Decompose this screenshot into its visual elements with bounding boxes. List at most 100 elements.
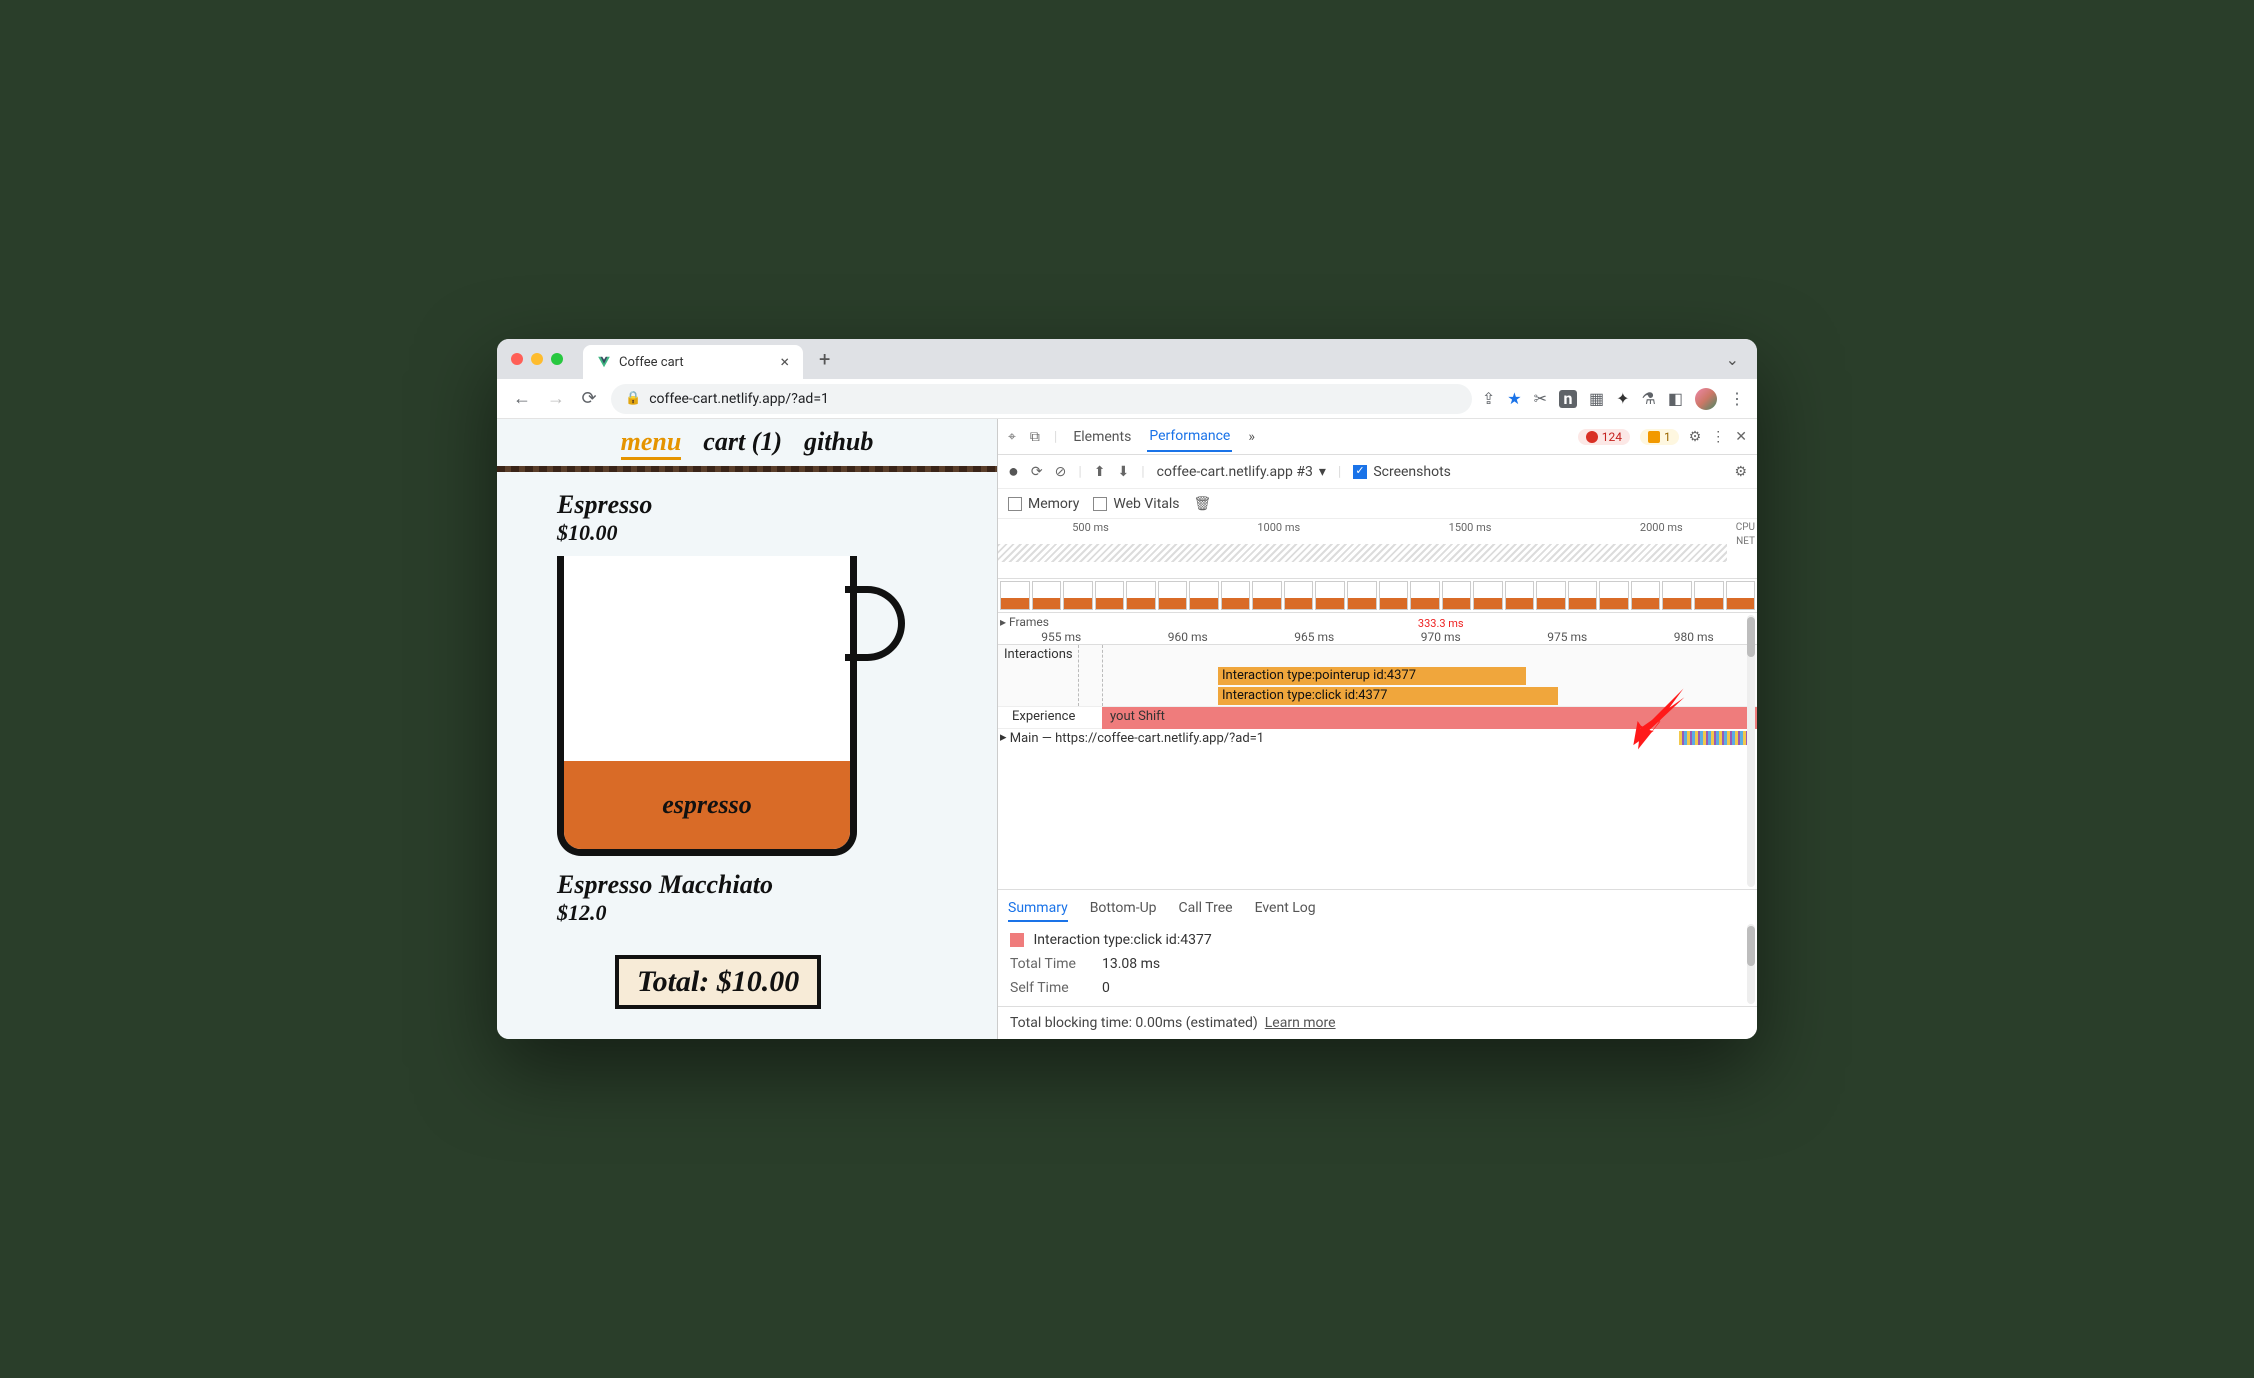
perf-toolbar: ● ⟳ ⊘ | ⬆ ⬇ | coffee-cart.netlify.app #3… xyxy=(998,455,1757,489)
traffic-lights xyxy=(511,353,563,365)
product-title: Espresso Macchiato xyxy=(557,870,997,900)
tab-performance[interactable]: Performance xyxy=(1147,422,1232,452)
tab-call-tree[interactable]: Call Tree xyxy=(1179,896,1233,922)
close-devtools-icon[interactable]: ✕ xyxy=(1735,429,1747,445)
vue-icon xyxy=(597,355,611,369)
close-tab-button[interactable]: × xyxy=(780,354,789,370)
extension-grid-icon[interactable]: ▦ xyxy=(1589,389,1604,408)
forward-button[interactable]: → xyxy=(543,384,567,413)
tab-summary[interactable]: Summary xyxy=(1008,896,1068,922)
address-toolbar: ← → ⟳ 🔒 coffee-cart.netlify.app/?ad=1 ⇪ … xyxy=(497,379,1757,419)
tab-bottom-up[interactable]: Bottom-Up xyxy=(1090,896,1157,922)
devtools-tabbar: ⌖ ⧉ | Elements Performance » 124 1 ⚙ ⋮ ✕ xyxy=(998,419,1757,455)
reload-button[interactable]: ⟳ xyxy=(577,384,601,413)
errors-badge[interactable]: 124 xyxy=(1578,429,1630,445)
screenshots-checkbox[interactable]: Screenshots xyxy=(1353,464,1451,480)
summary-body: Interaction type:click id:4377 Total Tim… xyxy=(998,922,1757,1006)
blocking-time-footer: Total blocking time: 0.00ms (estimated) … xyxy=(998,1006,1757,1039)
site-nav: menu cart (1) github xyxy=(497,419,997,466)
self-time-row: Self Time 0 xyxy=(1010,980,1745,996)
cart-total-button[interactable]: Total: $10.00 xyxy=(615,955,821,1009)
profile-avatar[interactable] xyxy=(1695,388,1717,410)
selected-event: Interaction type:click id:4377 xyxy=(1010,932,1745,948)
tab-list-button[interactable]: ⌄ xyxy=(1722,346,1743,373)
nav-cart-link[interactable]: cart (1) xyxy=(703,427,782,460)
flame-scrollbar[interactable] xyxy=(1747,615,1755,887)
screenshot-filmstrip[interactable] xyxy=(998,579,1757,613)
memory-checkbox[interactable]: Memory xyxy=(1008,496,1079,512)
layout-shift-text: yout Shift xyxy=(1110,709,1165,724)
product-price: $10.00 xyxy=(557,520,997,546)
learn-more-link[interactable]: Learn more xyxy=(1265,1015,1336,1031)
new-tab-button[interactable]: + xyxy=(819,347,830,371)
bookmark-star-icon[interactable]: ★ xyxy=(1507,389,1521,408)
checkbox-icon xyxy=(1008,497,1022,511)
main-track-label: ▸ Main — https://coffee-cart.netlify.app… xyxy=(1000,731,1264,746)
maximize-window-button[interactable] xyxy=(551,353,563,365)
tab-more[interactable]: » xyxy=(1246,423,1257,451)
address-bar[interactable]: 🔒 coffee-cart.netlify.app/?ad=1 xyxy=(611,384,1472,414)
webvitals-checkbox[interactable]: Web Vitals xyxy=(1093,496,1179,512)
product-title: Espresso xyxy=(557,490,997,520)
window-titlebar: Coffee cart × + ⌄ xyxy=(497,339,1757,379)
experience-label: Experience xyxy=(1012,709,1075,724)
cup-illustration[interactable]: espresso xyxy=(557,556,857,856)
checkbox-icon xyxy=(1353,465,1367,479)
product-macchiato: Espresso Macchiato $12.0 xyxy=(497,856,997,926)
cup-fill-label: espresso xyxy=(564,761,850,849)
event-swatch xyxy=(1010,933,1024,947)
device-toggle-icon[interactable]: ⧉ xyxy=(1030,429,1040,445)
main-tasks[interactable] xyxy=(1679,731,1749,745)
nav-menu-link[interactable]: menu xyxy=(621,427,682,460)
side-panel-icon[interactable]: ◧ xyxy=(1668,389,1683,408)
reload-record-button[interactable]: ⟳ xyxy=(1031,464,1043,480)
interactions-label: Interactions xyxy=(1004,647,1073,662)
extensions-puzzle-icon[interactable]: ✦ xyxy=(1616,389,1629,408)
flame-chart[interactable]: ▸ Frames 955 ms 960 ms 965 ms 333.3 ms97… xyxy=(998,613,1757,889)
annotation-arrow-icon xyxy=(1617,685,1687,755)
capture-settings-gear-icon[interactable]: ⚙ xyxy=(1734,464,1747,480)
devtools-panel: ⌖ ⧉ | Elements Performance » 124 1 ⚙ ⋮ ✕… xyxy=(997,419,1757,1039)
browser-menu-button[interactable]: ⋮ xyxy=(1729,389,1745,408)
checkbox-icon xyxy=(1093,497,1107,511)
overview-ticks: 500 ms 1000 ms 1500 ms 2000 ms xyxy=(998,519,1757,534)
tab-title: Coffee cart xyxy=(619,355,684,370)
gc-trash-icon[interactable]: 🗑 xyxy=(1194,496,1212,512)
warnings-badge[interactable]: 1 xyxy=(1640,429,1679,445)
settings-gear-icon[interactable]: ⚙ xyxy=(1689,429,1702,445)
close-window-button[interactable] xyxy=(511,353,523,365)
chevron-down-icon: ▾ xyxy=(1319,464,1326,480)
overview-labels: CPU NET xyxy=(1736,521,1755,549)
save-profile-icon[interactable]: ⬇ xyxy=(1118,464,1130,480)
timeline-overview[interactable]: 500 ms 1000 ms 1500 ms 2000 ms CPU NET xyxy=(998,519,1757,579)
product-price: $12.0 xyxy=(557,900,997,926)
total-time-row: Total Time 13.08 ms xyxy=(1010,956,1745,972)
nav-github-link[interactable]: github xyxy=(804,427,873,460)
product-espresso: Espresso $10.00 espresso xyxy=(497,472,997,856)
scissors-icon[interactable]: ✂ xyxy=(1534,389,1547,408)
load-profile-icon[interactable]: ⬆ xyxy=(1094,464,1106,480)
summary-scrollbar[interactable] xyxy=(1747,924,1755,1004)
webpage-viewport: menu cart (1) github Espresso $10.00 esp… xyxy=(497,419,997,1039)
share-icon[interactable]: ⇪ xyxy=(1482,389,1495,408)
interaction-bar-click[interactable]: Interaction type:click id:4377 xyxy=(1218,687,1558,705)
record-button[interactable]: ● xyxy=(1008,461,1019,482)
inspect-element-icon[interactable]: ⌖ xyxy=(1008,429,1016,445)
recording-select[interactable]: coffee-cart.netlify.app #3 ▾ xyxy=(1157,464,1326,480)
labs-flask-icon[interactable]: ⚗ xyxy=(1642,389,1656,408)
tab-event-log[interactable]: Event Log xyxy=(1255,896,1316,922)
devtools-menu-icon[interactable]: ⋮ xyxy=(1711,429,1725,445)
browser-tab[interactable]: Coffee cart × xyxy=(583,345,803,379)
tab-elements[interactable]: Elements xyxy=(1071,423,1133,451)
content-split: menu cart (1) github Espresso $10.00 esp… xyxy=(497,419,1757,1039)
frames-track-label: ▸ Frames xyxy=(1000,615,1049,629)
toolbar-icons: ⇪ ★ ✂ n ▦ ✦ ⚗ ◧ ⋮ xyxy=(1482,388,1745,410)
time-ruler: 955 ms 960 ms 965 ms 333.3 ms970 ms 975 … xyxy=(998,627,1757,645)
minimize-window-button[interactable] xyxy=(531,353,543,365)
lock-icon: 🔒 xyxy=(625,391,641,406)
extension-n-icon[interactable]: n xyxy=(1559,390,1577,408)
interaction-bar-pointerup[interactable]: Interaction type:pointerup id:4377 xyxy=(1218,667,1526,685)
cup-handle xyxy=(845,586,905,661)
clear-button[interactable]: ⊘ xyxy=(1055,464,1067,480)
back-button[interactable]: ← xyxy=(509,384,533,413)
